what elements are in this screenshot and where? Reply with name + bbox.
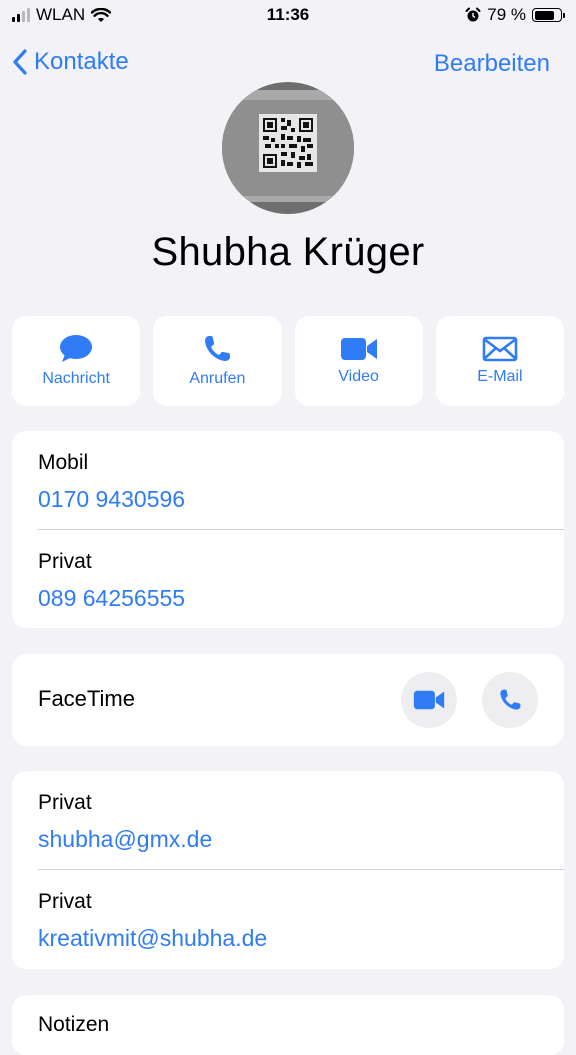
- email-address[interactable]: shubha@gmx.de: [38, 826, 212, 853]
- phone-label: Mobil: [38, 451, 89, 474]
- phones-card: Mobil 0170 9430596 Privat 089 64256555: [12, 431, 564, 628]
- phone-field-private[interactable]: Privat 089 64256555: [12, 530, 564, 628]
- phone-icon: [500, 689, 521, 710]
- email-field-1[interactable]: Privat shubha@gmx.de: [12, 771, 564, 869]
- battery-icon: [532, 8, 565, 22]
- video-label: Video: [338, 368, 379, 385]
- facetime-audio-button[interactable]: [482, 672, 538, 728]
- phone-number[interactable]: 089 64256555: [38, 585, 185, 612]
- phone-number[interactable]: 0170 9430596: [38, 486, 185, 513]
- emails-card: Privat shubha@gmx.de Privat kreativmit@s…: [12, 771, 564, 969]
- phone-field-mobile[interactable]: Mobil 0170 9430596: [12, 431, 564, 529]
- call-label: Anrufen: [189, 370, 246, 387]
- facetime-video-button[interactable]: [401, 672, 457, 728]
- status-right: 79 %: [465, 5, 565, 25]
- quick-actions: Nachricht Anrufen Video E-Mail: [12, 316, 564, 406]
- qr-code-image: [259, 114, 317, 172]
- video-button[interactable]: Video: [294, 316, 423, 406]
- facetime-card: FaceTime: [12, 654, 564, 746]
- battery-percent: 79 %: [487, 5, 526, 24]
- email-label: E-Mail: [477, 368, 523, 385]
- video-icon: [413, 690, 445, 710]
- alarm-icon: [465, 7, 481, 22]
- edit-button[interactable]: Bearbeiten: [434, 50, 550, 78]
- phone-label: Privat: [38, 550, 92, 573]
- status-bar: WLAN 11:36 79 %: [0, 0, 576, 34]
- email-address[interactable]: kreativmit@shubha.de: [38, 925, 267, 952]
- mail-icon: [482, 336, 518, 362]
- notes-label: Notizen: [38, 1013, 110, 1036]
- contact-avatar: [222, 82, 354, 214]
- message-label: Nachricht: [42, 370, 110, 387]
- facetime-label: FaceTime: [38, 686, 135, 711]
- notes-card[interactable]: Notizen: [12, 995, 564, 1055]
- email-button[interactable]: E-Mail: [435, 316, 564, 406]
- battery-fill: [534, 10, 555, 20]
- chevron-left-icon: [13, 49, 27, 75]
- email-field-label: Privat: [38, 890, 92, 913]
- contact-name: Shubha Krüger: [151, 230, 425, 274]
- email-field-2[interactable]: Privat kreativmit@shubha.de: [12, 870, 564, 968]
- message-icon: [60, 335, 93, 362]
- message-button[interactable]: Nachricht: [12, 316, 141, 406]
- email-field-label: Privat: [38, 791, 92, 814]
- phone-icon: [205, 336, 231, 361]
- back-label: Kontakte: [34, 48, 129, 75]
- video-icon: [340, 338, 377, 360]
- call-button[interactable]: Anrufen: [153, 316, 282, 406]
- back-button[interactable]: Kontakte: [12, 48, 129, 76]
